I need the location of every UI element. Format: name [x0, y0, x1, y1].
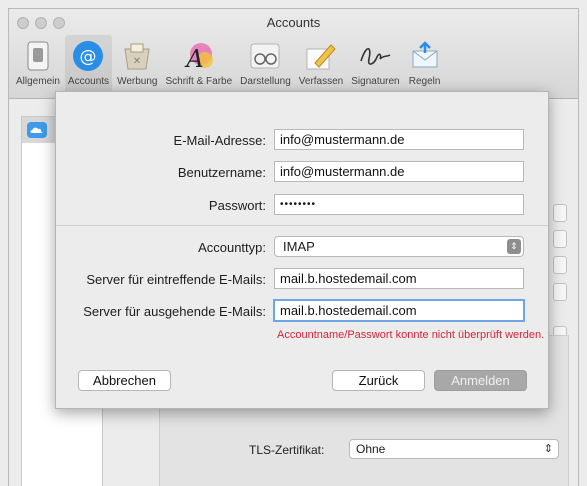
tab-label: Regeln: [408, 76, 441, 87]
at-sign-icon: @: [71, 39, 105, 73]
tls-certificate-label: TLS-Zertifikat:: [249, 443, 325, 457]
username-label: Benutzername:: [177, 165, 266, 180]
tab-label: Werbung: [117, 76, 158, 87]
chevron-up-down-icon: ⇕: [543, 443, 553, 455]
junk-mail-icon: ✕: [120, 39, 154, 73]
preferences-toolbar: Allgemein @ Accounts ✕ Werbung A Schrift…: [9, 35, 578, 97]
back-button[interactable]: Zurück: [332, 370, 425, 391]
tab-allgemein[interactable]: Allgemein: [13, 35, 63, 97]
tls-certificate-select[interactable]: Ohne ⇕: [349, 439, 559, 459]
email-address-label: E-Mail-Adresse:: [173, 133, 266, 148]
side-control[interactable]: [553, 283, 567, 301]
account-type-value: IMAP: [283, 239, 315, 254]
sign-in-button[interactable]: Anmelden: [434, 370, 527, 391]
outgoing-server-field[interactable]: [273, 299, 525, 322]
email-address-field[interactable]: [274, 129, 524, 150]
tab-label: Darstellung: [240, 76, 291, 87]
rules-envelope-icon: [408, 39, 442, 73]
tab-darstellung[interactable]: Darstellung: [237, 35, 294, 97]
font-color-icon: A: [182, 39, 216, 73]
chevron-up-down-icon: ⇕: [507, 239, 521, 254]
window-title: Accounts: [266, 15, 321, 30]
tab-signaturen[interactable]: Signaturen: [348, 35, 402, 97]
incoming-server-label: Server für eintreffende E-Mails:: [86, 272, 266, 287]
tab-verfassen[interactable]: Verfassen: [296, 35, 346, 97]
tab-label: Schrift & Farbe: [165, 76, 233, 87]
tab-schrift-farbe[interactable]: A Schrift & Farbe: [162, 35, 235, 97]
side-control[interactable]: [553, 256, 567, 274]
account-type-label: Accounttyp:: [198, 240, 266, 255]
tab-label: Allgemein: [16, 76, 60, 87]
tab-label: Verfassen: [298, 76, 344, 87]
sheet-divider: [56, 225, 548, 226]
title-bar: Accounts Allgemein @ Accounts ✕ Werbung: [9, 9, 578, 99]
signature-icon: [358, 39, 392, 73]
glasses-icon: [248, 39, 282, 73]
username-field[interactable]: [274, 161, 524, 182]
tls-certificate-value: Ohne: [356, 442, 386, 456]
account-setup-sheet: E-Mail-Adresse: Benutzername: Passwort: …: [55, 91, 549, 409]
side-control[interactable]: [553, 230, 567, 248]
general-switch-icon: [21, 39, 55, 73]
svg-text:@: @: [80, 47, 97, 67]
password-field[interactable]: ••••••••: [274, 194, 524, 215]
tab-label: Signaturen: [351, 76, 400, 87]
side-control[interactable]: [553, 204, 567, 222]
tls-certificate-row: TLS-Zertifikat: Ohne ⇕: [159, 439, 569, 461]
svg-text:A: A: [184, 45, 203, 72]
outgoing-server-label: Server für ausgehende E-Mails:: [83, 304, 266, 319]
incoming-server-field[interactable]: [274, 268, 524, 289]
tab-regeln[interactable]: Regeln: [405, 35, 445, 97]
password-label: Passwort:: [208, 198, 266, 213]
pencil-icon: [304, 39, 338, 73]
tab-label: Accounts: [67, 76, 110, 87]
svg-text:✕: ✕: [133, 56, 141, 67]
account-type-select[interactable]: IMAP ⇕: [274, 236, 524, 257]
error-message: Accountname/Passwort konnte nicht überpr…: [277, 329, 545, 341]
cancel-button[interactable]: Abbrechen: [78, 370, 171, 391]
tab-werbung[interactable]: ✕ Werbung: [114, 35, 160, 97]
cloud-icon: [27, 122, 47, 138]
tab-accounts[interactable]: @ Accounts: [64, 35, 113, 97]
